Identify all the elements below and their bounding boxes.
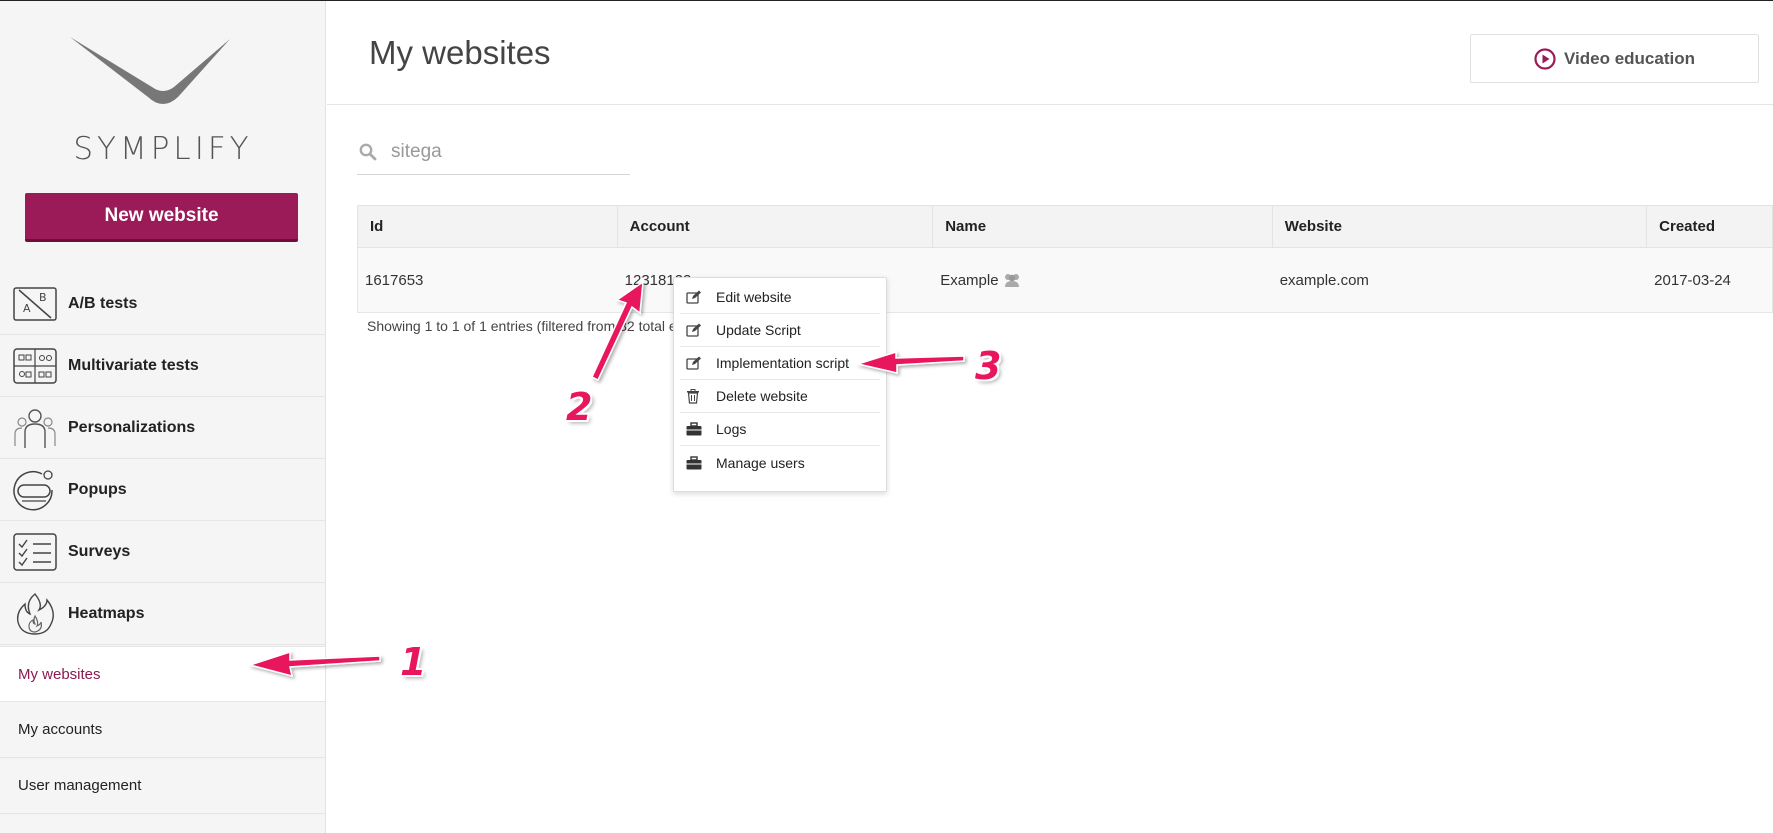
briefcase-icon [680, 422, 710, 436]
menu-item-surveys[interactable]: Surveys [0, 521, 325, 583]
column-header-account[interactable]: Account [618, 206, 934, 247]
sub-item-user-management[interactable]: User management [0, 758, 325, 814]
menu-label: A/B tests [68, 294, 138, 312]
column-header-name[interactable]: Name [933, 206, 1273, 247]
trash-icon [680, 388, 710, 404]
symplify-logo[interactable]: SYMPLIFY [0, 31, 326, 171]
menu-item-label: Implementation script [716, 355, 850, 371]
search-icon [359, 143, 377, 166]
menu-item-multivariate-tests[interactable]: Multivariate tests [0, 335, 325, 397]
sidebar: SYMPLIFY New website AB A/B tests Multiv… [0, 1, 326, 833]
websites-table: Id Account Name Website Created 1617653 … [357, 205, 1773, 313]
menu-item-manage-users[interactable]: Manage users [680, 446, 880, 479]
menu-label: Popups [68, 480, 127, 498]
sub-item-my-accounts[interactable]: My accounts [0, 702, 325, 758]
row-context-menu: Edit website Update Script Implementatio… [673, 277, 887, 492]
page-title: My websites [369, 34, 551, 71]
video-education-button[interactable]: Video education [1470, 34, 1759, 83]
column-header-website[interactable]: Website [1273, 206, 1648, 247]
popup-icon [12, 467, 58, 513]
people-icon [12, 405, 58, 451]
menu-item-logs[interactable]: Logs [680, 413, 880, 446]
menu-item-label: Logs [716, 421, 747, 437]
main-menu: AB A/B tests Multivariate tests Personal… [0, 273, 325, 645]
menu-item-ab-tests[interactable]: AB A/B tests [0, 273, 325, 335]
menu-label: Heatmaps [68, 604, 145, 622]
menu-item-implementation-script[interactable]: Implementation script [680, 347, 880, 380]
page-header: My websites Video education [327, 1, 1773, 105]
logo-mark-icon [70, 37, 230, 104]
menu-label: Multivariate tests [68, 356, 199, 374]
multivariate-icon [12, 343, 58, 389]
users-icon [1004, 274, 1019, 287]
menu-label: Personalizations [68, 418, 196, 436]
svg-text:B: B [39, 291, 47, 304]
search-box [357, 133, 630, 175]
annotation-step-3: 3 [975, 344, 1002, 388]
edit-icon [680, 356, 710, 370]
new-website-button[interactable]: New website [25, 193, 298, 242]
edit-icon [680, 323, 710, 337]
cell-name: Example [933, 248, 1273, 312]
menu-item-label: Edit website [716, 289, 792, 305]
table-row[interactable]: 1617653 12318122 Example example.com 201… [357, 248, 1773, 313]
annotation-step-2: 2 [566, 385, 593, 429]
brand-name: SYMPLIFY [73, 131, 253, 167]
flame-icon [12, 591, 58, 637]
menu-item-popups[interactable]: Popups [0, 459, 325, 521]
menu-item-label: Update Script [716, 322, 801, 338]
name-text: Example [940, 271, 999, 289]
column-header-created[interactable]: Created [1647, 206, 1772, 247]
svg-text:A: A [23, 302, 31, 315]
annotation-step-1: 1 [400, 640, 427, 684]
sub-menu: My websites My accounts User management [0, 646, 325, 814]
search-input[interactable] [391, 135, 621, 169]
play-circle-icon [1534, 47, 1556, 70]
menu-item-personalizations[interactable]: Personalizations [0, 397, 325, 459]
sub-item-my-websites[interactable]: My websites [0, 646, 325, 702]
menu-item-label: Delete website [716, 388, 808, 404]
table-header: Id Account Name Website Created [357, 205, 1773, 248]
edit-icon [680, 290, 710, 304]
menu-item-edit-website[interactable]: Edit website [680, 281, 880, 314]
survey-icon [12, 529, 58, 575]
menu-label: Surveys [68, 542, 131, 560]
video-education-label: Video education [1564, 48, 1695, 68]
column-header-id[interactable]: Id [358, 206, 618, 247]
cell-created: 2017-03-24 [1654, 271, 1731, 289]
ab-test-icon: AB [12, 281, 58, 327]
cell-id: 1617653 [365, 271, 424, 289]
table-info: Showing 1 to 1 of 1 entries (filtered fr… [367, 318, 677, 334]
menu-item-heatmaps[interactable]: Heatmaps [0, 583, 325, 645]
menu-item-update-script[interactable]: Update Script [680, 314, 880, 347]
briefcase-icon [680, 455, 710, 470]
menu-item-label: Manage users [716, 454, 805, 471]
cell-website: example.com [1279, 271, 1369, 289]
menu-item-delete-website[interactable]: Delete website [680, 380, 880, 413]
